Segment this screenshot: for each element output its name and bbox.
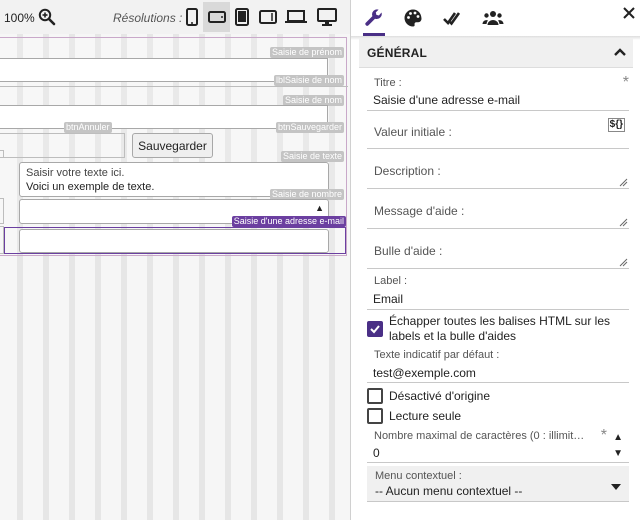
label-field-label: Label : <box>374 275 408 287</box>
cancel-button[interactable] <box>0 133 125 158</box>
resize-handle-icon[interactable] <box>619 178 628 187</box>
zoom-level: 100% <box>4 11 35 25</box>
max-length-field[interactable]: Nombre maximal de caractères (0 : illimi… <box>367 427 629 463</box>
component-tag-btn-sauvegarder[interactable]: btnSauvegarder <box>275 122 344 133</box>
title-field-value[interactable]: Saisie d'une adresse e-mail <box>373 93 520 107</box>
placeholder-field-label: Texte indicatif par défaut : <box>374 349 500 361</box>
help-bubble-label: Bulle d'aide : <box>374 244 443 258</box>
phone-portrait-icon[interactable] <box>178 2 205 32</box>
escape-html-label: Échapper toutes les balises HTML sur les… <box>389 314 610 343</box>
readonly-option[interactable]: Lecture seule <box>367 408 629 426</box>
panel-tabs <box>351 0 640 36</box>
context-menu-select[interactable]: Menu contextuel : -- Aucun menu contextu… <box>367 466 629 502</box>
component-tag-prenom[interactable]: Saisie de prénom <box>269 47 344 58</box>
readonly-checkbox[interactable] <box>367 408 383 424</box>
nombre-label <box>0 198 4 224</box>
number-increment-icon[interactable]: ▲ <box>315 203 324 213</box>
section-general-header[interactable]: GÉNÉRAL <box>359 38 633 68</box>
textarea-placeholder: Saisir votre texte ici. <box>26 167 125 179</box>
context-menu-label: Menu contextuel : <box>375 470 462 482</box>
description-field[interactable]: Description : <box>367 154 629 189</box>
desktop-icon[interactable] <box>313 2 340 32</box>
wrench-icon[interactable] <box>361 6 387 36</box>
laptop-icon[interactable] <box>282 2 309 32</box>
max-length-label: Nombre maximal de caractères (0 : illimi… <box>374 430 585 442</box>
component-tag-btn-annuler[interactable]: btnAnnuler <box>64 122 112 133</box>
max-length-value[interactable]: 0 <box>373 446 380 460</box>
initial-value-field[interactable]: Valeur initiale : ${} <box>367 116 629 149</box>
resize-handle-icon[interactable] <box>619 218 628 227</box>
save-button[interactable]: Sauvegarder <box>132 133 213 158</box>
tablet-portrait-icon[interactable] <box>228 2 255 32</box>
required-asterisk: * <box>600 427 607 444</box>
help-message-label: Message d'aide : <box>374 204 465 218</box>
required-asterisk: * <box>622 74 629 91</box>
component-tag-texte[interactable]: Saisie de texte <box>280 151 344 162</box>
readonly-label: Lecture seule <box>389 409 462 423</box>
resize-handle-icon[interactable] <box>619 258 628 267</box>
label-field-value[interactable]: Email <box>373 292 403 306</box>
properties-panel: GÉNÉRAL Titre : * Saisie d'une adresse e… <box>350 0 640 520</box>
lbl-nom-label[interactable] <box>0 86 348 93</box>
title-field-label: Titre : <box>374 77 402 89</box>
texte-label <box>0 150 4 158</box>
placeholder-field-value[interactable]: test@exemple.com <box>373 366 476 380</box>
insert-variable-button[interactable]: ${} <box>607 118 625 132</box>
component-tag-email[interactable]: Saisie d'une adresse e-mail <box>231 216 346 227</box>
users-icon[interactable] <box>480 6 506 30</box>
context-menu-value: -- Aucun menu contextuel -- <box>375 484 523 498</box>
canvas-toolbar: 100% Résolutions : <box>0 0 350 34</box>
help-bubble-field[interactable]: Bulle d'aide : <box>367 234 629 269</box>
spin-up-icon[interactable]: ▲ <box>613 432 623 443</box>
component-tag-lbl-nom[interactable]: lblSaisie de nom <box>273 75 344 86</box>
help-message-field[interactable]: Message d'aide : <box>367 194 629 229</box>
disabled-option[interactable]: Désactivé d'origine <box>367 388 629 406</box>
description-label: Description : <box>374 164 441 178</box>
initial-value-label: Valeur initiale : <box>374 125 452 139</box>
escape-html-option[interactable]: Échapper toutes les balises HTML sur les… <box>367 314 629 346</box>
phone-landscape-icon[interactable] <box>203 2 230 32</box>
disabled-label: Désactivé d'origine <box>389 389 491 403</box>
double-check-icon[interactable] <box>439 6 465 30</box>
dropdown-arrow-icon[interactable] <box>611 479 621 493</box>
resolutions-label: Résolutions : <box>113 11 183 25</box>
email-input[interactable] <box>19 229 329 253</box>
placeholder-field[interactable]: Texte indicatif par défaut : test@exempl… <box>367 349 629 383</box>
palette-icon[interactable] <box>400 6 426 30</box>
escape-html-checkbox[interactable] <box>367 321 383 337</box>
chevron-up-icon[interactable] <box>613 46 627 61</box>
close-icon[interactable] <box>621 5 637 21</box>
label-field[interactable]: Label : Email <box>367 275 629 310</box>
title-field[interactable]: Titre : * Saisie d'une adresse e-mail <box>367 74 629 111</box>
form-canvas: 100% Résolutions : Saisie de prénom lblS… <box>0 0 350 520</box>
zoom-in-icon[interactable] <box>38 8 56 26</box>
disabled-checkbox[interactable] <box>367 388 383 404</box>
spin-down-icon[interactable]: ▼ <box>613 448 623 459</box>
section-title: GÉNÉRAL <box>367 46 428 60</box>
tablet-landscape-icon[interactable] <box>254 2 281 32</box>
